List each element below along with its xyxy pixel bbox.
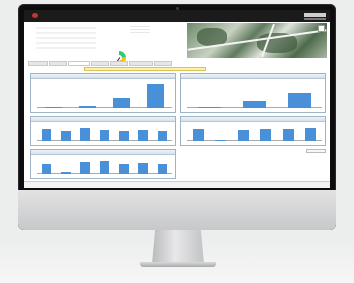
chart-panel — [180, 73, 326, 113]
panel-title — [31, 150, 175, 155]
bar[interactable] — [118, 131, 129, 141]
bar[interactable] — [215, 139, 227, 141]
bar[interactable] — [243, 100, 266, 108]
tab[interactable] — [110, 61, 128, 66]
chart-panel — [30, 149, 176, 179]
chart-plot — [187, 124, 322, 141]
bar[interactable] — [192, 128, 204, 141]
info-text-lines — [36, 24, 96, 52]
bar[interactable] — [45, 106, 63, 108]
monitor-foot — [140, 262, 216, 267]
panel-title — [31, 117, 175, 122]
bar[interactable] — [138, 130, 148, 141]
chart-plot — [187, 81, 322, 108]
bar[interactable] — [157, 130, 168, 141]
tab[interactable] — [28, 61, 48, 66]
tab[interactable] — [154, 61, 172, 66]
x-axis — [187, 140, 322, 141]
location-map[interactable] — [187, 23, 327, 58]
bar[interactable] — [99, 129, 110, 141]
monitor-chin — [18, 190, 336, 230]
bar[interactable] — [41, 129, 52, 141]
bar[interactable] — [118, 163, 129, 174]
top-navigation-bar — [24, 10, 330, 22]
alert-banner — [84, 67, 206, 71]
tab-active[interactable] — [68, 61, 90, 66]
monitor-stand — [152, 230, 204, 264]
tab[interactable] — [49, 61, 67, 66]
app-logo[interactable] — [28, 12, 42, 19]
panel-title — [181, 117, 325, 122]
bar[interactable] — [79, 106, 97, 108]
user-menu[interactable] — [304, 13, 326, 17]
bar[interactable] — [260, 128, 272, 141]
bar[interactable] — [61, 171, 71, 174]
user-subtitle — [304, 18, 326, 20]
tab[interactable] — [129, 61, 153, 66]
export-button[interactable] — [306, 149, 326, 153]
bar[interactable] — [288, 93, 311, 108]
chart-plot — [37, 124, 172, 141]
chart-panel — [30, 73, 176, 113]
map-zoom-control[interactable] — [318, 25, 325, 32]
bar[interactable] — [80, 128, 91, 141]
bar[interactable] — [138, 163, 148, 174]
chart-plot — [37, 81, 172, 108]
panel-title — [31, 74, 175, 79]
chart-plot — [37, 157, 172, 174]
logo-mark-icon — [32, 13, 38, 18]
chart-panel — [30, 116, 176, 146]
tab-bar — [28, 61, 328, 66]
panel-title — [181, 74, 325, 79]
vehicle-info-panel — [26, 23, 186, 65]
info-text-lines-right — [130, 24, 150, 34]
bar[interactable] — [99, 161, 110, 174]
bar[interactable] — [198, 107, 221, 108]
tab[interactable] — [91, 61, 109, 66]
bar[interactable] — [61, 130, 71, 141]
bar[interactable] — [146, 84, 164, 108]
bar[interactable] — [41, 163, 52, 174]
status-bar — [24, 181, 330, 188]
bar[interactable] — [157, 163, 168, 174]
chart-panel — [180, 116, 326, 146]
bar[interactable] — [305, 128, 317, 141]
bar[interactable] — [112, 98, 130, 108]
bar[interactable] — [282, 129, 294, 141]
monitor-screen — [24, 10, 330, 188]
bar[interactable] — [80, 162, 91, 174]
bar[interactable] — [237, 129, 249, 141]
